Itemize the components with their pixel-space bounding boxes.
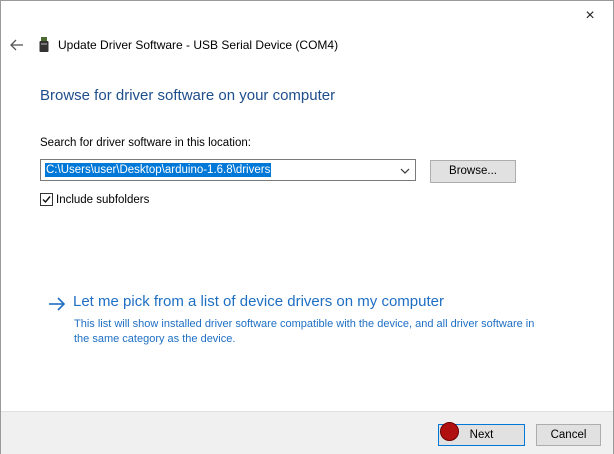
usb-device-icon [39,37,49,52]
close-button[interactable]: × [579,5,601,27]
checkmark-icon [42,196,51,204]
page-heading: Browse for driver software on your compu… [40,87,336,104]
dialog-footer: Next Cancel [1,411,613,454]
search-location-label: Search for driver software in this locat… [40,137,251,149]
close-icon[interactable]: × [585,7,594,24]
back-button[interactable] [7,35,27,55]
window-title: Update Driver Software - USB Serial Devi… [58,38,339,52]
include-subfolders-option[interactable]: Include subfolders [40,193,149,206]
pick-driver-description: This list will show installed driver sof… [74,318,535,345]
chevron-down-icon[interactable] [399,165,411,177]
back-arrow-icon[interactable] [7,35,27,55]
include-subfolders-label[interactable]: Include subfolders [56,194,149,206]
driver-path-value[interactable]: C:\Users\user\Desktop\arduino-1.6.8\driv… [45,163,272,177]
pick-driver-link[interactable]: Let me pick from a list of device driver… [73,293,444,310]
cursor-marker [440,422,459,441]
right-arrow-icon[interactable] [47,295,67,313]
include-subfolders-checkbox[interactable] [40,193,53,206]
title-row: Update Driver Software - USB Serial Devi… [39,37,338,53]
browse-button[interactable]: Browse... [430,160,516,183]
cancel-button[interactable]: Cancel [536,424,601,446]
update-driver-window: × Update Driver Software - USB Serial De… [0,0,614,454]
driver-path-combobox[interactable]: C:\Users\user\Desktop\arduino-1.6.8\driv… [40,159,416,181]
